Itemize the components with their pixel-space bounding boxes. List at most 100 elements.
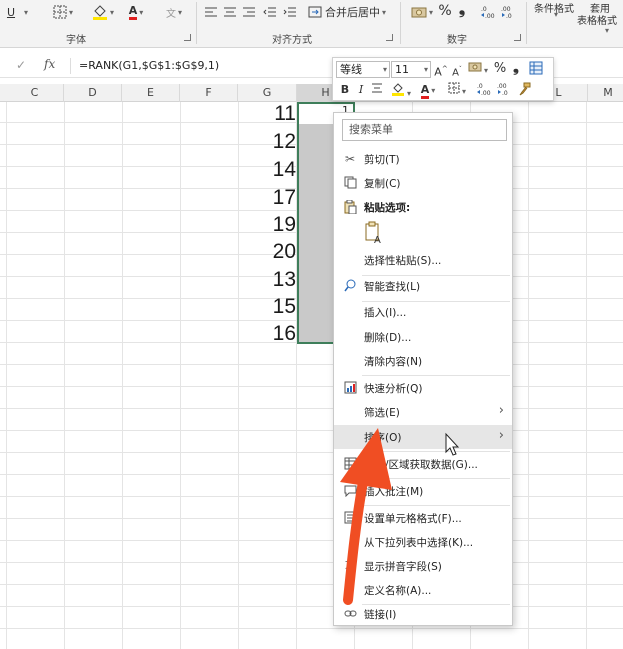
- copy-icon: [343, 176, 357, 190]
- number-group-launcher[interactable]: [514, 34, 521, 41]
- accounting-format-button[interactable]: ▾: [408, 3, 436, 21]
- decrease-decimal-mini-icon[interactable]: .00.0: [496, 82, 514, 98]
- align-center-mini-icon[interactable]: [371, 82, 383, 98]
- formula-input[interactable]: =RANK(G1,$G$1:$G$9,1): [79, 59, 219, 72]
- menu-item-insert-label: 插入(I)...: [364, 307, 407, 319]
- cell-g4[interactable]: 17: [240, 185, 296, 211]
- increase-decimal-button[interactable]: .0.00: [480, 3, 498, 21]
- font-group-launcher[interactable]: [184, 34, 191, 41]
- menu-item-link-label: 链接(I): [364, 609, 397, 621]
- cell-g2[interactable]: 12: [240, 129, 296, 155]
- font-name-select[interactable]: 等线 ▾: [336, 61, 390, 78]
- paste-values-option[interactable]: A: [364, 221, 384, 246]
- menu-item-define-name[interactable]: 定义名称(A)...: [334, 578, 512, 602]
- font-size-select[interactable]: 11 ▾: [391, 61, 431, 78]
- enter-check-icon[interactable]: ✓: [16, 58, 26, 72]
- ribbon-separator: [196, 2, 197, 44]
- bold-icon[interactable]: B: [339, 82, 351, 98]
- phonetic-button[interactable]: 文 ▾: [160, 3, 188, 21]
- font-color-mini-icon[interactable]: A ▾: [417, 82, 439, 99]
- menu-item-pick-from-list[interactable]: 从下拉列表中选择(K)...: [334, 530, 512, 554]
- percent-style-icon[interactable]: %: [493, 61, 507, 77]
- clipboard-paste-icon: A: [365, 221, 381, 246]
- cell-g9[interactable]: 16: [240, 321, 296, 347]
- increase-indent-button[interactable]: [282, 3, 298, 21]
- cell-g1[interactable]: 11: [240, 101, 296, 127]
- align-left-button[interactable]: [203, 3, 219, 21]
- menu-item-delete[interactable]: 删除(D)...: [334, 325, 512, 349]
- menu-item-copy[interactable]: 复制(C): [334, 171, 512, 195]
- comma-style-icon[interactable]: ❟: [510, 59, 522, 75]
- fill-color-button[interactable]: ▾: [88, 3, 118, 21]
- align-right-icon: [243, 7, 255, 17]
- column-header-c[interactable]: C: [6, 84, 64, 102]
- percent-button[interactable]: %: [438, 2, 452, 20]
- menu-item-cut[interactable]: ✂ 剪切(T): [334, 147, 512, 171]
- align-right-button[interactable]: [241, 3, 257, 21]
- menu-item-format-cells-label: 设置单元格格式(F)...: [364, 513, 462, 525]
- merge-cells-icon: [308, 6, 322, 18]
- border-button[interactable]: ▾: [48, 3, 78, 21]
- currency-icon: [411, 7, 427, 18]
- merge-center-button[interactable]: 合并后居中 ▾: [308, 3, 392, 21]
- menu-item-filter[interactable]: 筛选(E) ›: [334, 400, 512, 424]
- menu-item-sort[interactable]: 排序(O) ›: [334, 425, 512, 449]
- font-color-icon: A: [128, 4, 138, 20]
- increase-font-icon[interactable]: A^: [434, 61, 448, 79]
- column-header-f[interactable]: F: [180, 84, 238, 102]
- decrease-decimal-button[interactable]: .00.0: [500, 3, 518, 21]
- menu-item-insert[interactable]: 插入(I)...: [334, 300, 512, 324]
- menu-item-link[interactable]: 链接(I): [334, 602, 512, 626]
- menu-item-paste-special[interactable]: 选择性粘贴(S)...: [334, 248, 512, 272]
- menu-item-smart-lookup[interactable]: 智能查找(L): [334, 274, 512, 298]
- menu-item-quick-analysis[interactable]: 快速分析(Q): [334, 376, 512, 400]
- column-header-g[interactable]: G: [238, 84, 297, 102]
- format-table-icon[interactable]: [528, 61, 544, 77]
- cell-g5[interactable]: 19: [240, 212, 296, 238]
- cell-g7[interactable]: 13: [240, 267, 296, 293]
- phonetic-icon: 文: [165, 8, 176, 20]
- svg-text:.00: .00: [497, 83, 507, 90]
- menu-search-input[interactable]: 搜索菜单: [342, 119, 507, 141]
- ribbon: U ▾ ▾ ▾ A ▾ 文 ▾ 字体 合并后居中 ▾ 对齐方式 ▾ % ❟ .0.00…: [0, 0, 623, 48]
- align-group-launcher[interactable]: [386, 34, 393, 41]
- decrease-font-icon[interactable]: Aˇ: [451, 62, 463, 78]
- cell-g3[interactable]: 14: [240, 157, 296, 183]
- border-mini-icon[interactable]: ▾: [445, 82, 469, 98]
- align-group-label: 对齐方式: [272, 35, 312, 46]
- column-header-d[interactable]: D: [64, 84, 122, 102]
- accounting-format-icon[interactable]: ▾: [467, 61, 489, 77]
- font-color-button[interactable]: A ▾: [122, 3, 150, 21]
- column-header-e[interactable]: E: [122, 84, 180, 102]
- fill-color-mini-icon[interactable]: ▾: [389, 82, 413, 98]
- link-icon: [343, 607, 357, 621]
- format-as-table-button[interactable]: 表格格式: [577, 12, 617, 27]
- comma-button[interactable]: ❟: [455, 0, 469, 18]
- cell-g8[interactable]: 15: [240, 294, 296, 320]
- formula-separator: [70, 58, 71, 74]
- svg-text:A: A: [374, 235, 381, 245]
- insert-function-button[interactable]: fx: [44, 57, 55, 71]
- underline-dropdown[interactable]: ▾: [20, 3, 30, 21]
- menu-item-smart-lookup-label: 智能查找(L): [364, 281, 421, 293]
- menu-item-get-data[interactable]: 表格/区域获取数据(G)...: [334, 452, 512, 476]
- format-as-table-caret[interactable]: ▾: [605, 26, 609, 35]
- underline-button[interactable]: U: [4, 3, 18, 21]
- menu-item-paste-options-label: 粘贴选项:: [364, 202, 411, 214]
- format-painter-icon[interactable]: [517, 82, 531, 98]
- merge-center-label: 合并后居中: [325, 6, 380, 19]
- menu-item-sort-label: 排序(O): [364, 432, 402, 444]
- increase-decimal-mini-icon[interactable]: .0.00: [476, 82, 494, 98]
- column-header-m[interactable]: M: [588, 84, 623, 102]
- phonetic-field-icon: 文: [345, 560, 355, 571]
- menu-item-phonetic[interactable]: 文 显示拼音字段(S): [334, 554, 512, 578]
- decrease-indent-button[interactable]: [262, 3, 278, 21]
- cell-g6[interactable]: 20: [240, 239, 296, 265]
- menu-item-clear-contents[interactable]: 清除内容(N): [334, 349, 512, 373]
- conditional-format-caret[interactable]: ▾: [554, 10, 558, 19]
- menu-item-format-cells[interactable]: 设置单元格格式(F)...: [334, 506, 512, 530]
- svg-text:.0: .0: [477, 83, 483, 90]
- menu-item-insert-comment[interactable]: 插入批注(M): [334, 479, 512, 503]
- italic-icon[interactable]: I: [355, 82, 367, 98]
- align-center-button[interactable]: [222, 3, 238, 21]
